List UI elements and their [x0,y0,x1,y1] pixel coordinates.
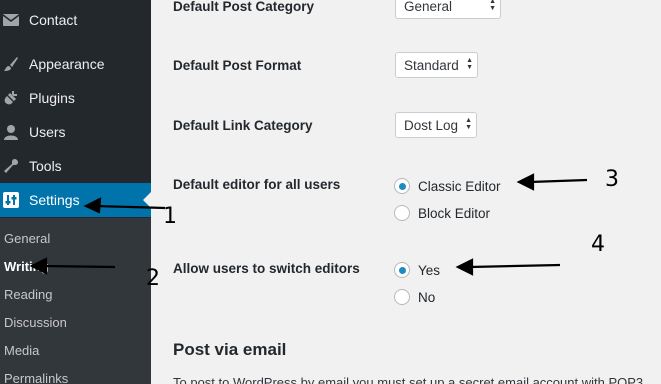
submenu-reading[interactable]: Reading [4,287,52,302]
post-via-email-heading: Post via email [173,340,287,359]
menu-item-settings[interactable]: Settings [0,183,151,217]
menu-item-appearance[interactable]: Appearance [0,47,151,81]
default-post-category-select[interactable]: General ▲ ▼ [395,0,501,19]
annotation-number: 4 [591,232,605,257]
annotation-number: 3 [605,167,619,192]
post-via-email-description: To post to WordPress by email you must s… [173,375,644,384]
admin-sidebar: Contact Appearance Plugins Users Tools S… [0,0,151,384]
mail-icon [2,11,20,29]
default-editor-label: Default editor for all users [173,177,341,192]
menu-item-users[interactable]: Users [0,115,151,149]
menu-label-tools: Tools [29,158,62,174]
allow-switch-label: Allow users to switch editors [173,261,360,276]
user-icon [2,123,20,141]
settings-submenu: General Writing Reading Discussion Media… [0,218,151,384]
select-arrows-icon: ▲ ▼ [465,117,472,131]
default-post-category-value: General [404,0,453,14]
default-post-format-value: Standard [404,57,459,73]
menu-label-users: Users [29,124,66,140]
menu-label-contact: Contact [29,12,78,28]
radio-classic-editor[interactable]: Classic Editor [394,178,501,194]
switch-no-label: No [418,289,436,305]
default-link-category-select[interactable]: Dost Log ▲ ▼ [395,112,477,138]
classic-editor-label: Classic Editor [418,178,501,194]
radio-switch-no[interactable]: No [394,289,435,305]
radio-block-editor[interactable]: Block Editor [394,205,490,221]
switch-yes-label: Yes [418,262,441,278]
block-editor-label: Block Editor [418,205,491,221]
menu-item-contact[interactable]: Contact [0,3,151,37]
select-arrows-icon: ▲ ▼ [466,57,473,71]
radio-button[interactable] [394,205,410,221]
submenu-writing[interactable]: Writing [4,259,49,274]
submenu-media[interactable]: Media [4,343,39,358]
select-arrows-icon: ▲ ▼ [489,0,496,12]
paintbrush-icon [2,55,20,73]
menu-label-settings: Settings [29,192,80,208]
menu-item-tools[interactable]: Tools [0,149,151,183]
wrench-icon [2,157,20,175]
submenu-discussion[interactable]: Discussion [4,315,67,330]
default-link-category-value: Dost Log [404,117,459,133]
submenu-general[interactable]: General [4,231,50,246]
settings-sliders-icon [2,191,20,209]
menu-item-plugins[interactable]: Plugins [0,81,151,115]
radio-button[interactable] [394,289,410,305]
annotation-number: 1 [163,204,177,229]
menu-label-appearance: Appearance [29,56,105,72]
submenu-permalinks[interactable]: Permalinks [4,371,68,384]
plug-icon [2,89,20,107]
writing-settings-form: Default Post Category General ▲ ▼ Default… [151,0,661,384]
radio-button-checked[interactable] [394,262,410,278]
default-link-category-label: Default Link Category [173,118,313,133]
menu-label-plugins: Plugins [29,90,75,106]
default-post-format-select[interactable]: Standard ▲ ▼ [395,52,478,78]
default-post-category-label: Default Post Category [173,0,315,14]
annotation-number: 2 [146,266,160,291]
default-post-format-label: Default Post Format [173,58,302,73]
radio-switch-yes[interactable]: Yes [394,262,440,278]
radio-button-checked[interactable] [394,178,410,194]
